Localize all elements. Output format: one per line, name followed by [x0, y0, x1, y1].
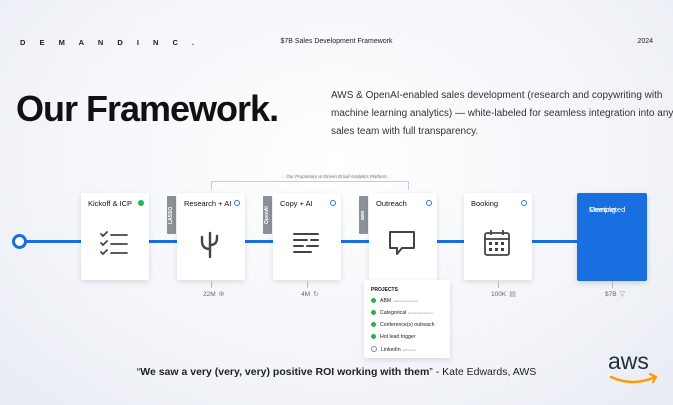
metric-copy: 4M ↻ — [301, 291, 319, 298]
project-item[interactable]: Conference(s) outreach — [371, 322, 435, 328]
refresh-icon: ↻ — [313, 291, 319, 298]
calendar-small-icon: ▤ — [509, 291, 516, 298]
svg-text:aws: aws — [608, 349, 649, 374]
step-card-research[interactable]: Research + AI — [177, 193, 245, 280]
step-card-copy[interactable]: Copy + AI — [273, 193, 341, 280]
step-label: Booking — [471, 199, 499, 208]
status-indicator — [426, 200, 432, 206]
filter-icon: ▽ — [619, 291, 625, 298]
metric-research: 22M ⊕ — [203, 291, 225, 298]
metric-stem — [498, 281, 499, 288]
checklist-icon — [100, 231, 128, 256]
calendar-icon — [484, 230, 510, 256]
projects-panel: PROJECTS ABM (Named Accounts) Categorical… — [364, 280, 450, 358]
description-line: sales team with full transparency. — [331, 126, 479, 137]
timeline-start-dot — [12, 234, 27, 249]
header-subtitle: $7B Sales Development Framework — [280, 38, 393, 45]
cactus-icon — [200, 231, 219, 259]
metric-stem — [612, 281, 613, 288]
status-dot — [371, 298, 376, 303]
metric-stem — [307, 281, 308, 288]
step-label: Outreach — [376, 199, 407, 208]
status-dot — [371, 334, 376, 339]
quote-text: We saw a very (very, very) positive ROI … — [140, 366, 430, 378]
aws-badge: aws — [359, 196, 368, 234]
project-item[interactable]: LinkedIn (Inbound) — [371, 346, 415, 353]
openai-badge: OpenAI — [263, 196, 272, 234]
globe-icon: ⊕ — [218, 291, 225, 298]
platform-label: Our Proprietary AI-Driven Email Analytic… — [0, 174, 673, 179]
description-line: AWS & OpenAI-enabled sales development (… — [331, 90, 663, 101]
step-card-outreach[interactable]: Outreach — [369, 193, 437, 280]
status-indicator — [521, 200, 527, 206]
status-dot — [371, 346, 377, 352]
step-card-meeting-completed[interactable]: Meeting Completed — [577, 193, 647, 281]
aws-logo: aws — [608, 349, 658, 384]
step-label: Copy + AI — [280, 199, 313, 208]
quote-attribution: - Kate Edwards, AWS — [432, 366, 537, 378]
page-title: Our Framework. — [16, 88, 279, 129]
metric-meeting: $7B ▽ — [605, 291, 625, 298]
projects-title: PROJECTS — [371, 287, 398, 293]
chat-bubble-icon — [389, 231, 415, 255]
lasso-badge: LASSO — [167, 196, 176, 234]
status-indicator — [330, 200, 336, 206]
status-dot — [371, 310, 376, 315]
step-label: Kickoff & ICP — [88, 199, 133, 208]
platform-bracket — [211, 181, 409, 190]
step-label: Research + AI — [184, 199, 232, 208]
description: AWS & OpenAI-enabled sales development (… — [331, 87, 673, 141]
project-item[interactable]: Hot lead trigger — [371, 334, 415, 340]
project-item[interactable]: ABM (Named Accounts) — [371, 298, 418, 304]
project-item[interactable]: Categorical (Persona & Firmo) — [371, 310, 433, 316]
status-indicator — [138, 200, 144, 206]
metric-booking: 100K ▤ — [491, 291, 516, 298]
status-dot — [371, 322, 376, 327]
metric-stem — [211, 281, 212, 288]
step-card-kickoff[interactable]: Kickoff & ICP — [81, 193, 149, 280]
text-lines-icon — [293, 233, 319, 253]
description-line: machine learning analytics) — white-labe… — [331, 108, 673, 119]
header-year: 2024 — [637, 38, 653, 45]
step-card-booking[interactable]: Booking — [464, 193, 532, 280]
status-indicator — [234, 200, 240, 206]
testimonial-quote: “We saw a very (very, very) positive ROI… — [136, 366, 537, 378]
framework-slide: D E M A N D I N C . $7B Sales Developmen… — [0, 0, 673, 405]
